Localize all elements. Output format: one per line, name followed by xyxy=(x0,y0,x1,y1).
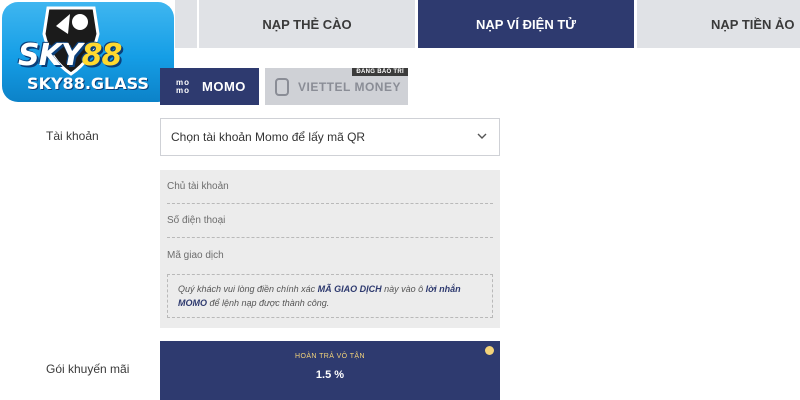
note-momo-highlight: MOMO xyxy=(178,298,207,308)
wallet-tab-momo[interactable]: mo mo MOMO xyxy=(160,68,259,105)
phone-number-field: Số điện thoại xyxy=(167,204,493,238)
phone-icon xyxy=(275,77,289,96)
promo-card[interactable]: HOÀN TRẢ VÔ TẬN 1.5 % xyxy=(160,341,500,400)
wallet-tab-viettel-money[interactable]: VIETTEL MONEY ĐANG BẢO TRÌ xyxy=(265,68,408,105)
note-text-1: Quý khách vui lòng điền chính xác xyxy=(178,284,318,294)
tab-nap-the-cao[interactable]: NẠP THẺ CÀO xyxy=(199,0,415,48)
account-select[interactable]: Chọn tài khoản Momo để lấy mã QR xyxy=(160,118,500,156)
wallet-label-viettel: VIETTEL MONEY xyxy=(298,79,401,94)
logo-brand-number: 88 xyxy=(81,38,123,73)
account-owner-field: Chủ tài khoản xyxy=(167,170,493,204)
chevron-down-icon xyxy=(477,133,487,139)
note-text-3: để lệnh nạp được thành công. xyxy=(207,298,330,308)
promo-value: 1.5 % xyxy=(315,369,345,381)
note-text-2: này vào ô xyxy=(381,284,426,294)
account-select-value: Chọn tài khoản Momo để lấy mã QR xyxy=(171,130,366,144)
note-message-highlight: lời nhắn xyxy=(425,284,461,294)
promo-title: HOÀN TRẢ VÔ TẬN xyxy=(295,353,365,360)
tab-nap-vi-dien-tu[interactable]: NẠP VÍ ĐIỆN TỬ xyxy=(418,0,634,48)
logo-domain: SKY88.GLASS xyxy=(27,74,149,93)
promo-radio[interactable] xyxy=(485,346,494,355)
momo-icon: mo mo xyxy=(176,77,190,95)
account-info-panel: Chủ tài khoản Số điện thoại Mã giao dịch… xyxy=(160,170,500,328)
promo-label: Gói khuyến mãi xyxy=(46,362,130,376)
wallet-label-momo: MOMO xyxy=(202,79,246,94)
transaction-code-field: Mã giao dịch xyxy=(167,250,224,261)
tab-partial[interactable] xyxy=(175,0,197,48)
sky88-logo: SKY88 SKY88.GLASS xyxy=(2,2,174,102)
tab-nap-tien-ao[interactable]: NẠP TIỀN ẢO xyxy=(637,0,800,48)
maintenance-badge: ĐANG BẢO TRÌ xyxy=(352,68,408,76)
logo-wordmark: SKY88 xyxy=(18,38,123,73)
note-code-highlight: MÃ GIAO DỊCH xyxy=(317,284,382,294)
account-label: Tài khoản xyxy=(46,129,99,143)
transaction-note: Quý khách vui lòng điền chính xác MÃ GIA… xyxy=(167,274,493,318)
logo-brand-text: SKY xyxy=(18,38,83,73)
